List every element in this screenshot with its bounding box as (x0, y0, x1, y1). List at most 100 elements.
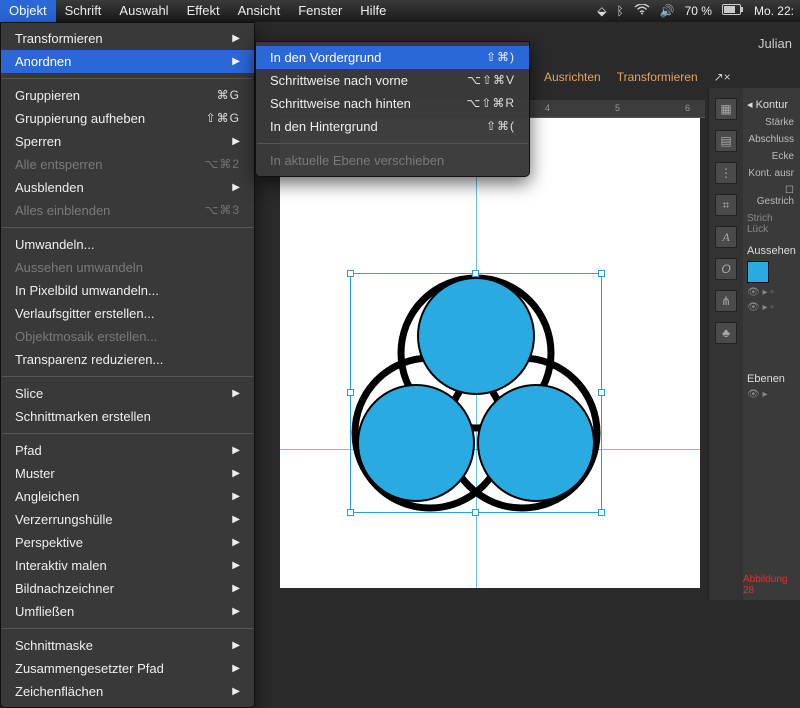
menu-item[interactable]: Umfließen▶ (1, 600, 254, 623)
menu-item: Alles einblenden⌥⌘3 (1, 199, 254, 222)
menubar-item-auswahl[interactable]: Auswahl (110, 0, 177, 22)
anordnen-submenu[interactable]: In den Vordergrund⇧⌘)Schrittweise nach v… (255, 41, 530, 177)
menu-item[interactable]: Interaktiv malen▶ (1, 554, 254, 577)
menu-item[interactable]: Schnittmaske▶ (1, 634, 254, 657)
menubar-item-objekt[interactable]: Objekt (0, 0, 56, 22)
submenu-arrow-icon: ▶ (232, 556, 240, 575)
menu-item-label: Transparenz reduzieren... (15, 350, 240, 369)
menubar-item-ansicht[interactable]: Ansicht (229, 0, 290, 22)
menu-item[interactable]: Bildnachzeichner▶ (1, 577, 254, 600)
menubar-item-schrift[interactable]: Schrift (56, 0, 111, 22)
handle-sw[interactable] (347, 509, 354, 516)
handle-s[interactable] (472, 509, 479, 516)
menu-item-label: Umwandeln... (15, 235, 240, 254)
menu-item[interactable]: Schrittweise nach hinten⌥⇧⌘R (256, 92, 529, 115)
menu-shortcut: ⇧⌘G (206, 109, 240, 128)
handle-w[interactable] (347, 389, 354, 396)
menu-item-label: Ausblenden (15, 178, 232, 197)
menu-item[interactable]: Pfad▶ (1, 439, 254, 462)
menu-item[interactable]: Zeichenflächen▶ (1, 680, 254, 703)
objekt-menu[interactable]: Transformieren▶Anordnen▶ Gruppieren⌘GGrup… (0, 22, 255, 708)
menu-item[interactable]: Gruppieren⌘G (1, 84, 254, 107)
handle-e[interactable] (598, 389, 605, 396)
brushes-icon[interactable]: ⋮ (715, 162, 737, 184)
battery-icon (722, 4, 744, 18)
submenu-arrow-icon: ▶ (232, 602, 240, 621)
opacity-icon[interactable]: O (715, 258, 737, 280)
menu-item-label: Pfad (15, 441, 232, 460)
handle-se[interactable] (598, 509, 605, 516)
menu-item[interactable]: Transparenz reduzieren... (1, 348, 254, 371)
menu-item[interactable]: Zusammengesetzter Pfad▶ (1, 657, 254, 680)
menu-item[interactable]: In Pixelbild umwandeln... (1, 279, 254, 302)
menu-item-label: In aktuelle Ebene verschieben (270, 151, 515, 170)
layer-row[interactable]: 👁 ▸ (747, 389, 796, 400)
menu-item[interactable]: Angleichen▶ (1, 485, 254, 508)
panel-transformieren[interactable]: Transformieren (613, 68, 702, 86)
menu-item[interactable]: Verzerrungshülle▶ (1, 508, 254, 531)
battery-percent: 70 % (685, 4, 712, 18)
abschluss-label: Abschluss (747, 134, 796, 145)
clock: Mo. 22: (754, 4, 794, 18)
document-tab[interactable]: Julian (750, 30, 800, 57)
swatches-icon[interactable]: ▤ (715, 130, 737, 152)
menu-item[interactable]: Schrittweise nach vorne⌥⇧⌘V (256, 69, 529, 92)
submenu-arrow-icon: ▶ (232, 52, 240, 71)
canvas[interactable] (280, 118, 700, 588)
menu-shortcut: ⌥⇧⌘V (467, 71, 515, 90)
menu-item-label: Slice (15, 384, 232, 403)
menu-item[interactable]: Umwandeln... (1, 233, 254, 256)
menu-item[interactable]: Perspektive▶ (1, 531, 254, 554)
selection-box[interactable] (350, 273, 602, 513)
menu-item[interactable]: Ausblenden▶ (1, 176, 254, 199)
menu-item[interactable]: Verlaufsgitter erstellen... (1, 302, 254, 325)
submenu-arrow-icon: ▶ (232, 178, 240, 197)
submenu-arrow-icon: ▶ (232, 659, 240, 678)
panel-ausrichten[interactable]: Ausrichten (540, 68, 605, 86)
kontur-header[interactable]: ◂ Kontur (747, 98, 796, 111)
menu-separator (2, 433, 253, 434)
panel-close-icon[interactable]: ↗× (710, 68, 735, 86)
handle-n[interactable] (472, 270, 479, 277)
grid-icon[interactable]: ▦ (715, 98, 737, 120)
aussehen-header[interactable]: Aussehen (747, 245, 796, 257)
menu-item[interactable]: Gruppierung aufheben⇧⌘G (1, 107, 254, 130)
handle-nw[interactable] (347, 270, 354, 277)
menu-item[interactable]: Schnittmarken erstellen (1, 405, 254, 428)
menu-item[interactable]: In den Hintergrund⇧⌘( (256, 115, 529, 138)
submenu-arrow-icon: ▶ (232, 533, 240, 552)
menu-item[interactable]: In den Vordergrund⇧⌘) (256, 46, 529, 69)
appearance-row2[interactable]: 👁 ▸ ▫ (747, 302, 796, 313)
menubar-item-fenster[interactable]: Fenster (289, 0, 351, 22)
menu-item[interactable]: Muster▶ (1, 462, 254, 485)
symbols-icon[interactable]: ⌗ (715, 194, 737, 216)
menubar-item-effekt[interactable]: Effekt (178, 0, 229, 22)
menu-item[interactable]: Sperren▶ (1, 130, 254, 153)
mac-menubar: ObjektSchriftAuswahlEffektAnsichtFenster… (0, 0, 800, 22)
menu-item[interactable]: Anordnen▶ (1, 50, 254, 73)
menu-shortcut: ⌥⌘3 (204, 201, 240, 220)
menubar-item-hilfe[interactable]: Hilfe (351, 0, 395, 22)
appearance-row[interactable]: 👁 ▸ ▫ (747, 287, 796, 298)
right-panel: ▦ ▤ ⋮ ⌗ A O ⋔ ♣ ◂ Kontur Stärke Abschlus… (708, 88, 800, 600)
handle-ne[interactable] (598, 270, 605, 277)
menu-item-label: Sperren (15, 132, 232, 151)
submenu-arrow-icon: ▶ (232, 487, 240, 506)
type-icon[interactable]: A (715, 226, 737, 248)
dropbox-icon: ⬙ (597, 4, 606, 18)
club-icon[interactable]: ♣ (715, 322, 737, 344)
gestrich-label[interactable]: ☐ Gestrich (747, 185, 796, 207)
fill-swatch[interactable] (747, 261, 769, 283)
submenu-arrow-icon: ▶ (232, 682, 240, 701)
menu-item[interactable]: Slice▶ (1, 382, 254, 405)
stroke-icon[interactable]: ⋔ (715, 290, 737, 312)
kont-label: Kont. ausr (747, 168, 796, 179)
ebenen-header[interactable]: Ebenen (747, 373, 796, 385)
wifi-icon (634, 4, 650, 18)
menu-item[interactable]: Transformieren▶ (1, 27, 254, 50)
menu-item-label: In den Vordergrund (270, 48, 486, 67)
menu-item: Aussehen umwandeln (1, 256, 254, 279)
submenu-arrow-icon: ▶ (232, 441, 240, 460)
menu-item-label: Schrittweise nach hinten (270, 94, 466, 113)
bluetooth-icon: ᛒ (616, 4, 623, 18)
